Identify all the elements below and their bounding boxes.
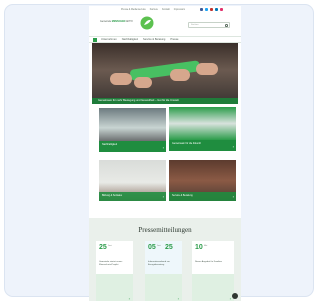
teaser-label-text: Gemeinsam für die Zukunft (172, 142, 201, 145)
teaser-label-text: Nachhaltigkeit (102, 143, 118, 146)
teaser-label: Gemeinsam für die Zukunft (169, 140, 236, 151)
hero-image[interactable] (92, 43, 238, 103)
arrow-right-icon: › (232, 144, 234, 149)
logo-line-2: MENSCHEN (111, 20, 126, 23)
nav-item-company[interactable]: Unternehmen (101, 38, 117, 41)
news-card[interactable]: 05 25 Juni Informationsabend zur Energie… (145, 241, 182, 301)
arrow-right-icon: › (232, 194, 234, 199)
arrow-right-icon: › (128, 296, 130, 301)
news-card-footer (192, 274, 234, 301)
news-card-footer (96, 274, 133, 301)
news-day: 05 (148, 244, 156, 251)
arrow-right-icon: › (177, 296, 179, 301)
hero-caption-text: Gemeinsam für mehr Bewegung und Gesundhe… (98, 99, 179, 102)
hero-hand (170, 69, 190, 81)
facebook-icon[interactable] (200, 8, 203, 11)
logo-icon[interactable] (140, 16, 154, 30)
news-text: Gemeinde startet neues Klimaschutz-Proje… (99, 261, 123, 266)
hero-hand (196, 63, 218, 75)
scroll-to-top-button[interactable] (232, 293, 238, 299)
arrow-right-icon: › (162, 194, 164, 199)
home-icon[interactable] (93, 38, 97, 43)
social-icons (200, 8, 223, 11)
hero-hand (110, 73, 132, 85)
teaser-label-text: Service & Beratung (172, 194, 193, 197)
website-screenshot: Presse & Medienservice Karriere Kontakt … (89, 6, 241, 301)
youtube-icon[interactable] (210, 8, 213, 11)
news-day-second: 25 (165, 244, 173, 251)
teaser-tile[interactable]: Nachhaltigkeit › (99, 108, 166, 152)
arrow-right-icon: › (162, 145, 164, 150)
nav-item-sustainability[interactable]: Nachhaltigkeit (122, 38, 138, 41)
search-input[interactable]: Suchen (188, 22, 230, 28)
logo-line-1: Gemeinde (100, 20, 112, 23)
press-section: Pressemitteilungen 25 Juni Gemeinde star… (89, 218, 241, 301)
teaser-tile[interactable]: Service & Beratung › (169, 160, 236, 201)
news-text: Neues Angebot für Familien (195, 261, 222, 263)
news-card[interactable]: 10 Mai Neues Angebot für Familien › (192, 241, 234, 301)
utility-nav: Presse & Medienservice Karriere Kontakt … (121, 9, 185, 11)
hero-hand (134, 77, 152, 88)
teaser-tile[interactable]: Bildung & Soziales › (99, 160, 166, 201)
teaser-label-text: Bildung & Soziales (102, 194, 122, 197)
news-month: Juni (108, 245, 112, 247)
utility-link-press[interactable]: Presse & Medienservice (121, 9, 146, 11)
instagram-icon[interactable] (220, 8, 223, 11)
arrow-right-icon: › (229, 296, 231, 301)
news-month: Juni (157, 245, 161, 247)
news-day: 10 (195, 244, 203, 251)
teaser-tile[interactable]: Gemeinsam für die Zukunft › (169, 107, 236, 151)
main-nav: Unternehmen Nachhaltigkeit Service & Ber… (89, 36, 241, 43)
press-section-title: Pressemitteilungen (138, 226, 192, 234)
utility-link-careers[interactable]: Karriere (150, 9, 158, 11)
news-card-footer (145, 274, 182, 301)
news-text: Informationsabend zur Energieberatung (148, 261, 170, 266)
hero-caption[interactable]: Gemeinsam für mehr Bewegung und Gesundhe… (92, 98, 238, 104)
linkedin-icon[interactable] (215, 8, 218, 11)
utility-link-contact[interactable]: Kontakt (162, 9, 170, 11)
news-day: 25 (99, 244, 107, 251)
teaser-label: Service & Beratung (169, 192, 236, 201)
utility-link-imprint[interactable]: Impressum (174, 9, 185, 11)
teaser-label: Bildung & Soziales (99, 192, 166, 201)
logo-wordmark[interactable]: Gemeinde MENSCHEN AKTIV (100, 20, 133, 23)
news-month: Mai (204, 245, 208, 247)
nav-item-service[interactable]: Service & Beratung (143, 38, 165, 41)
news-card[interactable]: 25 Juni Gemeinde startet neues Klimaschu… (96, 241, 133, 301)
logo-line-3: AKTIV (125, 20, 133, 23)
nav-items: Unternehmen Nachhaltigkeit Service & Ber… (101, 38, 178, 41)
nav-item-press[interactable]: Presse (170, 38, 178, 41)
teaser-photo (169, 107, 236, 140)
twitter-icon[interactable] (205, 8, 208, 11)
search-icon[interactable] (225, 24, 228, 27)
teaser-label: Nachhaltigkeit (99, 141, 166, 152)
search-placeholder: Suchen (191, 24, 199, 26)
teaser-photo (99, 108, 166, 141)
